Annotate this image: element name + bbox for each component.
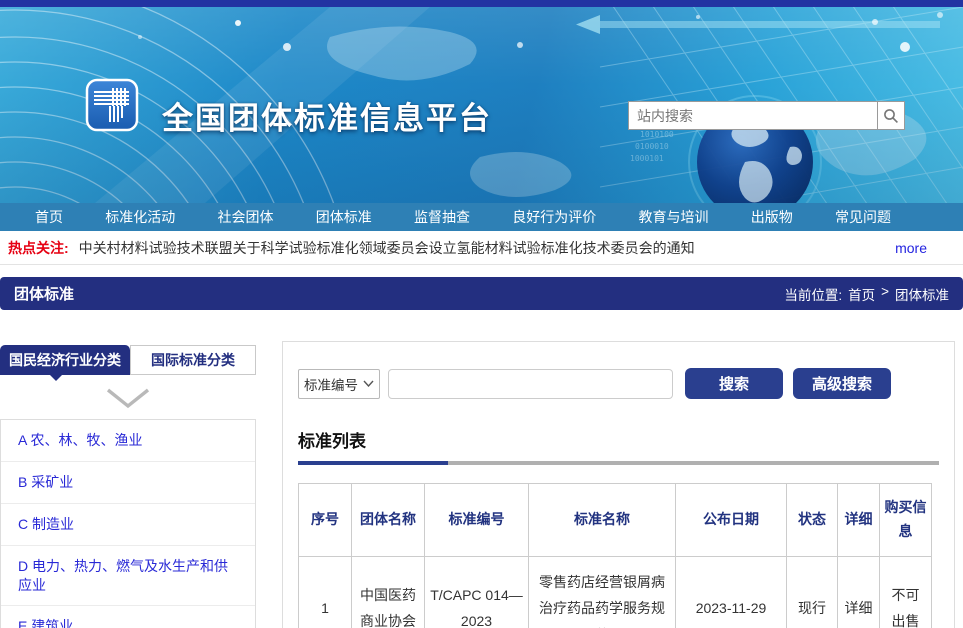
- name-cell: 零售药店经营银屑病治疗药品药学服务规范: [529, 556, 676, 628]
- standards-panel: 标准编号 搜索 高级搜索 标准列表 序号团体名称标准编号标准名称公布日期状态详细…: [282, 341, 955, 628]
- tab-international-standard-classification[interactable]: 国际标准分类: [130, 345, 256, 375]
- top-accent-strip: [0, 0, 963, 7]
- column-header-1: 团体名称: [352, 484, 425, 557]
- page: 1010100 0100010 1000101: [0, 0, 963, 628]
- column-header-7: 购买信息: [880, 484, 932, 557]
- nav-item-0[interactable]: 首页: [35, 207, 63, 227]
- search-button[interactable]: 搜索: [685, 368, 783, 399]
- category-item-1[interactable]: B 采矿业: [1, 461, 255, 503]
- breadcrumb-home-link[interactable]: 首页: [848, 284, 875, 304]
- search-field-select-value: 标准编号: [304, 374, 358, 394]
- category-item-3[interactable]: D 电力、热力、燃气及水生产和供应业: [1, 545, 255, 606]
- breadcrumb-wrap: 团体标准 当前位置: 首页 > 团体标准: [0, 265, 963, 310]
- category-item-4[interactable]: E 建筑业: [1, 605, 255, 628]
- hot-news-headline[interactable]: 中关村材料试验技术联盟关于科学试验标准化领域委员会设立氢能材料试验标准化技术委员…: [79, 238, 695, 258]
- standards-table: 序号团体名称标准编号标准名称公布日期状态详细购买信息 1中国医药商业协会T/CA…: [298, 483, 932, 628]
- category-item-0[interactable]: A 农、林、牧、渔业: [1, 420, 255, 461]
- standards-search-row: 标准编号 搜索 高级搜索: [298, 368, 939, 399]
- hot-news-label: 热点关注:: [8, 238, 69, 258]
- svg-text:1000101: 1000101: [630, 154, 664, 163]
- site-search-button[interactable]: [877, 102, 904, 129]
- breadcrumb-bar: 团体标准 当前位置: 首页 > 团体标准: [0, 277, 963, 310]
- svg-text:0100010: 0100010: [635, 142, 669, 151]
- content-area: 国民经济行业分类 国际标准分类 A 农、林、牧、渔业B 采矿业C 制造业D 电力…: [0, 341, 963, 628]
- category-item-2[interactable]: C 制造业: [1, 503, 255, 545]
- main-nav: 首页 标准化活动 社会团体 团体标准 监督抽查 良好行为评价 教育与培训 出版物 常见问题: [0, 203, 963, 231]
- breadcrumb: 当前位置: 首页 > 团体标准: [784, 284, 949, 304]
- nav-item-7[interactable]: 出版物: [751, 207, 793, 227]
- column-header-3: 标准名称: [529, 484, 676, 557]
- nav-item-2[interactable]: 社会团体: [218, 207, 274, 227]
- column-header-4: 公布日期: [676, 484, 787, 557]
- site-title: 全国团体标准信息平台: [162, 93, 492, 138]
- site-search: [628, 101, 905, 130]
- category-list: A 农、林、牧、渔业B 采矿业C 制造业D 电力、热力、燃气及水生产和供应业E …: [0, 419, 256, 628]
- page-title: 团体标准: [14, 283, 74, 304]
- org-cell: 中国医药商业协会: [352, 556, 425, 628]
- purchase-info-cell: 不可出售: [880, 556, 932, 628]
- svg-text:1010100: 1010100: [640, 130, 674, 139]
- advanced-search-button[interactable]: 高级搜索: [793, 368, 891, 399]
- select-caret-icon: [363, 380, 374, 387]
- sidebar-tabs: 国民经济行业分类 国际标准分类: [0, 345, 256, 375]
- tab-national-economy-classification[interactable]: 国民经济行业分类: [0, 345, 130, 375]
- code-cell: T/CAPC 014—2023: [425, 556, 529, 628]
- nav-item-5[interactable]: 良好行为评价: [512, 207, 596, 227]
- hot-news-bar: 热点关注: 中关村材料试验技术联盟关于科学试验标准化领域委员会设立氢能材料试验标…: [0, 231, 963, 265]
- breadcrumb-separator: >: [881, 284, 889, 304]
- standards-query-input[interactable]: [388, 369, 673, 399]
- search-field-select[interactable]: 标准编号: [298, 369, 380, 399]
- column-header-6: 详细: [838, 484, 880, 557]
- nav-item-1[interactable]: 标准化活动: [105, 207, 175, 227]
- nav-item-6[interactable]: 教育与培训: [639, 207, 709, 227]
- chevron-down-icon[interactable]: [104, 386, 152, 410]
- nav-item-8[interactable]: 常见问题: [835, 207, 891, 227]
- standards-list-title: 标准列表: [298, 427, 939, 452]
- column-header-2: 标准编号: [425, 484, 529, 557]
- nav-item-4[interactable]: 监督抽查: [414, 207, 470, 227]
- magnifier-icon: [883, 108, 899, 124]
- breadcrumb-current: 团体标准: [895, 284, 949, 304]
- status-cell: 现行: [787, 556, 838, 628]
- table-row: 1中国医药商业协会T/CAPC 014—2023零售药店经营银屑病治疗药品药学服…: [299, 556, 932, 628]
- column-header-5: 状态: [787, 484, 838, 557]
- site-header-banner: 1010100 0100010 1000101: [0, 7, 963, 203]
- index-cell: 1: [299, 556, 352, 628]
- nav-item-3[interactable]: 团体标准: [316, 207, 372, 227]
- title-underline: [298, 461, 939, 465]
- standards-table-header-row: 序号团体名称标准编号标准名称公布日期状态详细购买信息: [299, 484, 932, 557]
- category-sidebar: 国民经济行业分类 国际标准分类 A 农、林、牧、渔业B 采矿业C 制造业D 电力…: [0, 345, 256, 628]
- breadcrumb-label: 当前位置:: [784, 284, 842, 304]
- site-search-input[interactable]: [629, 102, 877, 129]
- detail-link[interactable]: 详细: [838, 556, 880, 628]
- column-header-0: 序号: [299, 484, 352, 557]
- date-cell: 2023-11-29: [676, 556, 787, 628]
- site-logo[interactable]: [85, 78, 139, 132]
- more-link[interactable]: more: [895, 240, 927, 256]
